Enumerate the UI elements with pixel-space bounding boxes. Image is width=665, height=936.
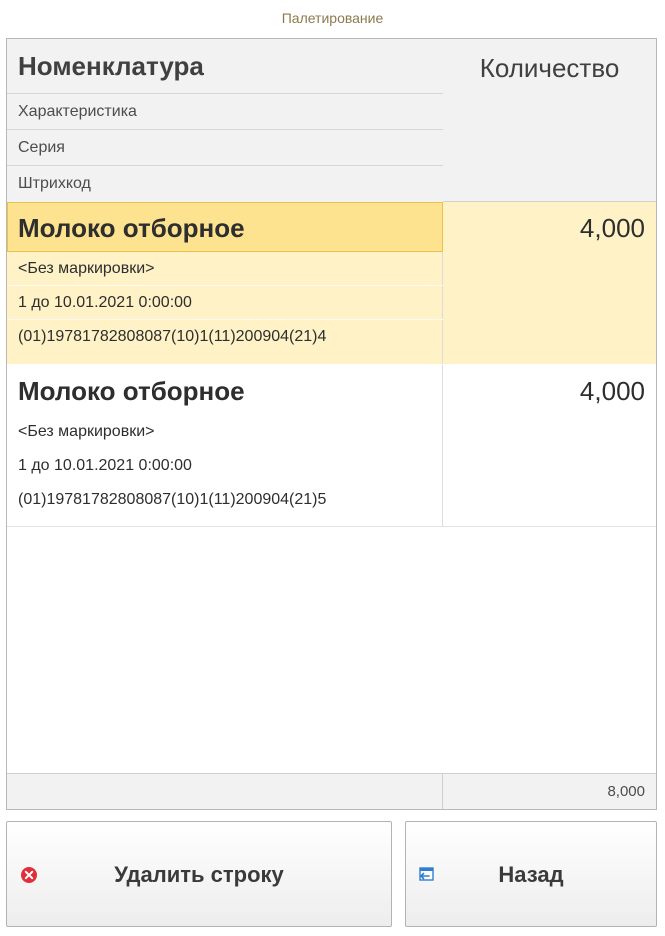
header-characteristic[interactable]: Характеристика bbox=[7, 94, 443, 130]
header-barcode[interactable]: Штрихкод bbox=[7, 166, 443, 202]
row-nomenclature[interactable]: Молоко отборное bbox=[7, 365, 443, 415]
row-right-column: 4,000 bbox=[443, 202, 656, 364]
pallet-table[interactable]: Номенклатура Характеристика Серия Штрихк… bbox=[6, 38, 657, 810]
row-left-column: Молоко отборное <Без маркировки> 1 до 10… bbox=[7, 202, 443, 364]
row-quantity[interactable]: 4,000 bbox=[580, 365, 645, 415]
back-button[interactable]: Назад bbox=[405, 821, 657, 927]
total-quantity: 8,000 bbox=[607, 783, 645, 800]
row-quantity[interactable]: 4,000 bbox=[580, 202, 645, 252]
delete-row-button[interactable]: Удалить строку bbox=[6, 821, 392, 927]
header-nomenclature[interactable]: Номенклатура bbox=[7, 39, 443, 94]
row-characteristic[interactable]: <Без маркировки> bbox=[7, 415, 443, 449]
footer-left-cell bbox=[7, 774, 443, 809]
header-quantity[interactable]: Количество bbox=[443, 39, 656, 94]
delete-row-label: Удалить строку bbox=[114, 862, 284, 887]
row-right-column: 4,000 bbox=[443, 365, 656, 527]
row-characteristic[interactable]: <Без маркировки> bbox=[7, 252, 443, 286]
table-footer: 8,000 bbox=[7, 773, 656, 809]
window-title: Палетирование bbox=[281, 10, 384, 26]
row-barcode[interactable]: (01)19781782808087(10)1(11)200904(21)5 bbox=[7, 483, 443, 517]
header-left-column: Номенклатура Характеристика Серия Штрихк… bbox=[7, 39, 443, 202]
table-header: Номенклатура Характеристика Серия Штрихк… bbox=[7, 39, 656, 202]
table-row[interactable]: Молоко отборное <Без маркировки> 1 до 10… bbox=[7, 365, 656, 527]
row-series[interactable]: 1 до 10.01.2021 0:00:00 bbox=[7, 286, 443, 320]
row-barcode[interactable]: (01)19781782808087(10)1(11)200904(21)4 bbox=[7, 320, 443, 354]
row-nomenclature[interactable]: Молоко отборное bbox=[7, 202, 443, 252]
table-row[interactable]: Молоко отборное <Без маркировки> 1 до 10… bbox=[7, 202, 656, 364]
header-right-column: Количество bbox=[443, 39, 656, 202]
header-series[interactable]: Серия bbox=[7, 130, 443, 166]
row-left-column: Молоко отборное <Без маркировки> 1 до 10… bbox=[7, 365, 443, 527]
row-series[interactable]: 1 до 10.01.2021 0:00:00 bbox=[7, 449, 443, 483]
back-label: Назад bbox=[498, 862, 564, 887]
